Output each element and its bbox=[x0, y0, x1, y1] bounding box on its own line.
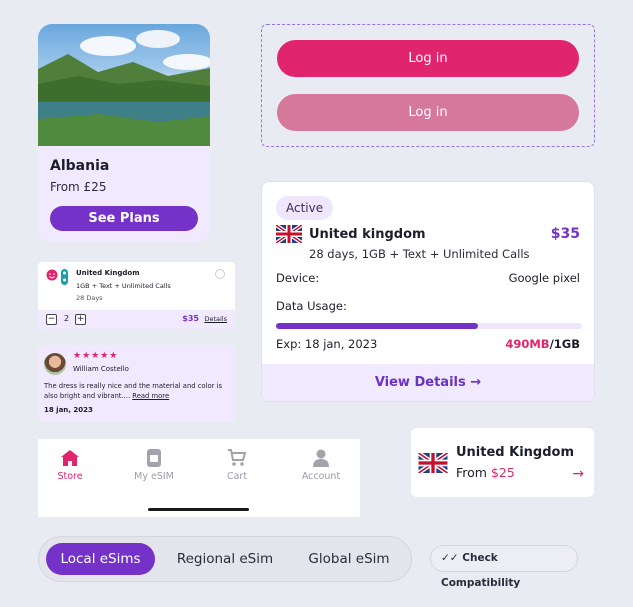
store-icon bbox=[61, 450, 79, 466]
device-label: Device: bbox=[276, 271, 320, 285]
review-card: ★★★★★ William Costello The dress is real… bbox=[38, 345, 235, 422]
home-indicator bbox=[148, 508, 249, 511]
tab-global-esim[interactable]: Global eSim bbox=[294, 543, 404, 575]
nav-label-my-esim: My eSIM bbox=[134, 471, 174, 482]
nav-label-account: Account bbox=[301, 471, 341, 482]
nav-item-store[interactable]: Store bbox=[30, 449, 110, 482]
rating-stars: ★★★★★ bbox=[73, 351, 119, 361]
expiry-date: Exp: 18 jan, 2023 bbox=[276, 337, 378, 351]
quantity-value: 2 bbox=[64, 314, 70, 323]
tab-regional-esim[interactable]: Regional eSim bbox=[165, 543, 285, 575]
data-usage-label: Data Usage: bbox=[276, 299, 347, 313]
cart-icon bbox=[228, 449, 247, 466]
active-plan-card: Active United kingdom $35 28 days, 1GB +… bbox=[261, 181, 595, 402]
mini-plan-country: United Kingdom bbox=[76, 269, 140, 277]
nav-item-cart[interactable]: Cart bbox=[197, 449, 277, 482]
account-icon bbox=[313, 449, 329, 467]
increase-quantity-button[interactable]: + bbox=[75, 314, 86, 325]
view-details-button[interactable]: View Details → bbox=[262, 364, 594, 401]
mini-plan-description: 1GB + Text + Unlimited Calls bbox=[76, 282, 171, 290]
double-check-icon: ✓✓ bbox=[441, 552, 459, 564]
nav-item-my-esim[interactable]: My eSIM bbox=[114, 449, 194, 482]
nav-label-cart: Cart bbox=[226, 471, 248, 482]
country-name: United Kingdom bbox=[456, 445, 575, 460]
mini-plan-footer: − 2 + $35 Details bbox=[38, 310, 235, 329]
plan-description: 28 days, 1GB + Text + Unlimited Calls bbox=[309, 247, 530, 261]
country-price: $25 bbox=[490, 465, 515, 480]
login-button-secondary[interactable]: Log in bbox=[277, 94, 579, 131]
nav-label-store: Store bbox=[57, 471, 83, 482]
destination-price: From £25 bbox=[50, 180, 107, 194]
see-plans-button[interactable]: See Plans bbox=[50, 206, 198, 231]
mini-plan-price: $35 bbox=[182, 314, 199, 323]
data-usage-fill bbox=[276, 323, 478, 329]
check-compatibility-button[interactable]: ✓✓ Check Compatibility bbox=[430, 545, 578, 589]
review-text: The dress is really nice and the materia… bbox=[44, 381, 234, 401]
view-details-label: View Details bbox=[374, 375, 466, 390]
esim-icon bbox=[147, 449, 161, 467]
decrease-quantity-button[interactable]: − bbox=[46, 314, 57, 325]
destination-name: Albania bbox=[50, 158, 110, 174]
plan-icons bbox=[46, 269, 68, 285]
device-value: Google pixel bbox=[508, 271, 580, 285]
reviewer-name: William Costello bbox=[73, 365, 129, 373]
plan-price: $35 bbox=[550, 226, 580, 242]
review-date: 18 jan, 2023 bbox=[44, 406, 93, 414]
read-more-link[interactable]: Read more bbox=[132, 392, 169, 400]
plan-list-item[interactable]: United Kingdom 1GB + Text + Unlimited Ca… bbox=[38, 262, 235, 329]
esim-type-tabs: Local eSims Regional eSim Global eSim bbox=[38, 536, 412, 582]
country-price-line: From $25 bbox=[456, 465, 515, 480]
login-button-primary[interactable]: Log in bbox=[277, 40, 579, 77]
destination-card[interactable]: Albania From £25 See Plans bbox=[38, 24, 210, 242]
plan-select-radio[interactable] bbox=[215, 269, 225, 279]
bottom-navigation: Store My eSIM Cart Account bbox=[38, 439, 360, 517]
tab-local-esims[interactable]: Local eSims bbox=[46, 543, 155, 575]
plan-country: United kingdom bbox=[309, 227, 426, 242]
status-badge: Active bbox=[276, 196, 334, 220]
country-card[interactable]: United Kingdom From $25 → bbox=[411, 428, 594, 497]
destination-photo bbox=[38, 24, 210, 146]
mini-plan-days: 28 Days bbox=[76, 294, 103, 302]
data-usage-value: 490MB/1GB bbox=[505, 337, 580, 351]
uk-flag-icon bbox=[276, 225, 302, 243]
arrow-right-icon: → bbox=[572, 466, 584, 482]
arrow-right-icon: → bbox=[470, 375, 482, 390]
data-total: /1GB bbox=[549, 337, 580, 351]
data-used: 490MB bbox=[505, 337, 550, 351]
data-usage-bar bbox=[276, 323, 582, 329]
avatar bbox=[44, 353, 66, 375]
from-label: From bbox=[456, 465, 487, 480]
details-link[interactable]: Details bbox=[204, 315, 227, 323]
login-buttons-group: Log in Log in bbox=[261, 24, 595, 147]
uk-flag-icon bbox=[418, 453, 448, 473]
nav-item-account[interactable]: Account bbox=[281, 449, 361, 482]
